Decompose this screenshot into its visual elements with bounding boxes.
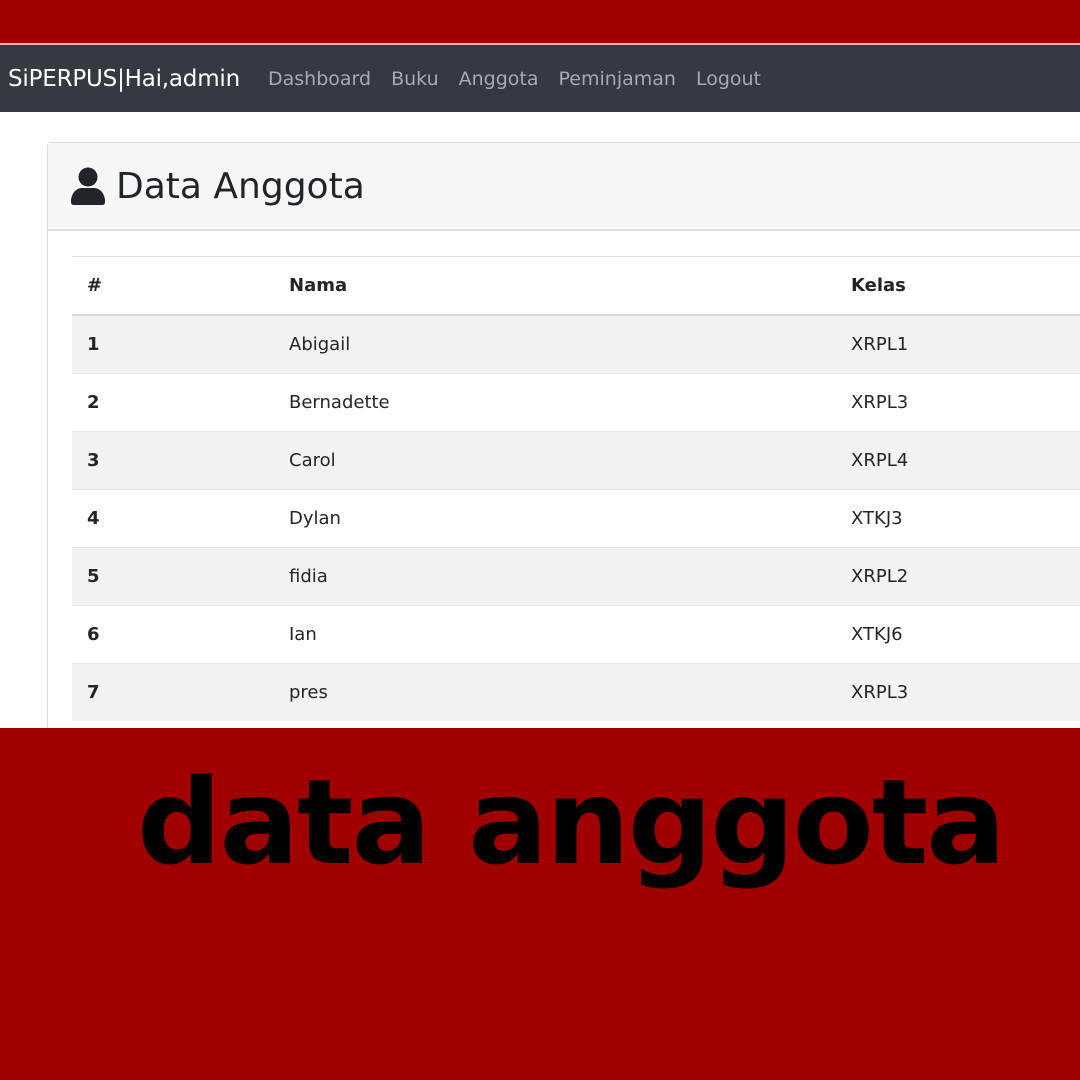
row-number: 7 bbox=[72, 663, 289, 721]
nav-link-anggota[interactable]: Anggota bbox=[459, 68, 539, 90]
row-number: 4 bbox=[72, 489, 289, 548]
navbar: SiPERPUS|Hai,admin Dashboard Buku Anggot… bbox=[0, 45, 1080, 112]
row-nama: Dylan bbox=[289, 489, 851, 548]
page-content: Data Anggota # Nama Kelas 1 Abigail XRPL… bbox=[0, 112, 1080, 728]
row-number: 5 bbox=[72, 547, 289, 606]
column-header-number: # bbox=[72, 256, 289, 316]
row-nama: Bernadette bbox=[289, 373, 851, 432]
row-number: 6 bbox=[72, 605, 289, 664]
column-header-nama: Nama bbox=[289, 256, 851, 316]
table-row: 2 Bernadette XRPL3 bbox=[72, 373, 1080, 432]
row-kelas: XRPL2 bbox=[851, 547, 1080, 606]
column-header-kelas: Kelas bbox=[851, 256, 1080, 316]
row-nama: Carol bbox=[289, 431, 851, 490]
row-number: 1 bbox=[72, 314, 289, 374]
navbar-brand[interactable]: SiPERPUS|Hai,admin bbox=[8, 66, 240, 92]
row-nama: pres bbox=[289, 663, 851, 721]
table-row: 3 Carol XRPL4 bbox=[72, 431, 1080, 490]
card-header: Data Anggota bbox=[48, 143, 1080, 231]
page-title: Data Anggota bbox=[116, 165, 365, 207]
nav-link-dashboard[interactable]: Dashboard bbox=[268, 68, 371, 90]
caption-text: data anggota bbox=[137, 753, 1006, 891]
nav-links: Dashboard Buku Anggota Peminjaman Logout bbox=[268, 68, 781, 90]
nav-link-logout[interactable]: Logout bbox=[696, 68, 761, 90]
row-kelas: XTKJ6 bbox=[851, 605, 1080, 664]
row-kelas: XRPL3 bbox=[851, 373, 1080, 432]
table-row: 5 fidia XRPL2 bbox=[72, 547, 1080, 606]
table-row: 6 Ian XTKJ6 bbox=[72, 605, 1080, 664]
row-nama: Ian bbox=[289, 605, 851, 664]
table-row: 1 Abigail XRPL1 bbox=[72, 314, 1080, 374]
table-header-row: # Nama Kelas bbox=[72, 256, 1080, 316]
row-nama: Abigail bbox=[289, 314, 851, 374]
row-kelas: XRPL4 bbox=[851, 431, 1080, 490]
row-number: 3 bbox=[72, 431, 289, 490]
table-row: 7 pres XRPL3 bbox=[72, 663, 1080, 721]
nav-link-peminjaman[interactable]: Peminjaman bbox=[559, 68, 676, 90]
row-nama: fidia bbox=[289, 547, 851, 606]
top-red-band bbox=[0, 0, 1080, 44]
table-row: 4 Dylan XTKJ3 bbox=[72, 489, 1080, 548]
row-kelas: XRPL1 bbox=[851, 314, 1080, 374]
nav-link-buku[interactable]: Buku bbox=[391, 68, 439, 90]
user-icon bbox=[71, 167, 105, 205]
members-table: # Nama Kelas 1 Abigail XRPL1 2 Bernadett… bbox=[72, 256, 1080, 721]
row-kelas: XRPL3 bbox=[851, 663, 1080, 721]
row-kelas: XTKJ3 bbox=[851, 489, 1080, 548]
row-number: 2 bbox=[72, 373, 289, 432]
data-card: Data Anggota # Nama Kelas 1 Abigail XRPL… bbox=[47, 142, 1080, 728]
